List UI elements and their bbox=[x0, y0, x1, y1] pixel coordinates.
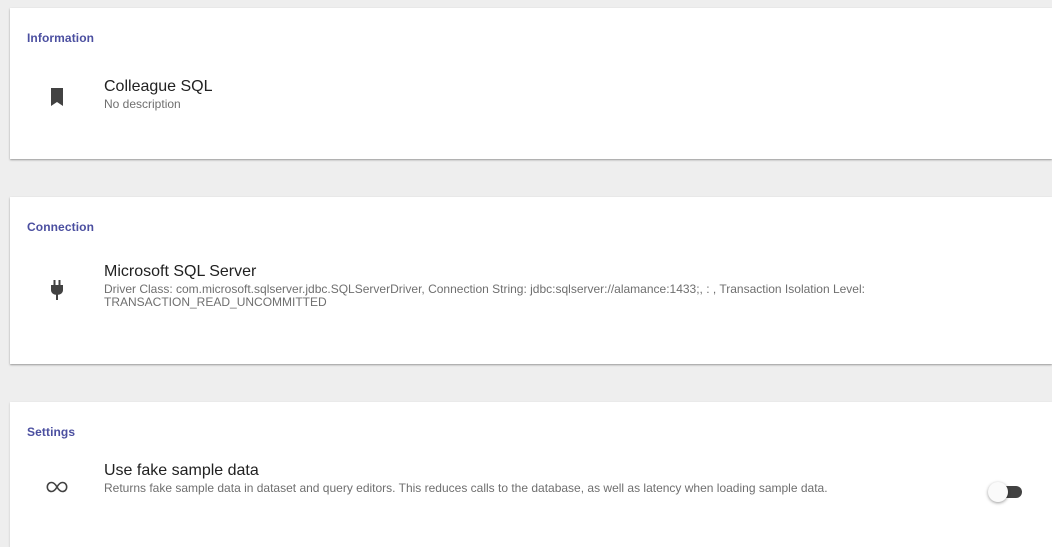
plug-icon bbox=[46, 279, 68, 301]
connection-details: Driver Class: com.microsoft.sqlserver.jd… bbox=[104, 282, 865, 309]
information-section-title: Information bbox=[27, 31, 95, 45]
driver-name: Microsoft SQL Server bbox=[104, 263, 257, 280]
information-card: Information Colleague SQL No description bbox=[10, 8, 1052, 159]
settings-section-title: Settings bbox=[27, 425, 76, 439]
bookmark-icon bbox=[46, 86, 68, 108]
fake-sample-data-description: Returns fake sample data in dataset and … bbox=[104, 481, 828, 495]
datasource-name: Colleague SQL bbox=[104, 78, 213, 95]
fake-sample-data-text: Use fake sample data Returns fake sample… bbox=[104, 462, 934, 495]
fake-sample-data-label: Use fake sample data bbox=[104, 462, 259, 479]
toggle-thumb bbox=[988, 482, 1008, 502]
infinity-icon bbox=[46, 476, 68, 498]
datasource-description: No description bbox=[104, 97, 181, 111]
connection-text: Microsoft SQL Server Driver Class: com.m… bbox=[104, 263, 1034, 309]
connection-card: Connection Microsoft SQL Server Driver C… bbox=[10, 197, 1052, 364]
connection-section-title: Connection bbox=[27, 220, 94, 234]
fake-sample-data-toggle[interactable] bbox=[988, 482, 1024, 502]
datasource-name-text: Colleague SQL No description bbox=[104, 78, 213, 111]
settings-card: Settings Use fake sample data Returns fa… bbox=[10, 402, 1052, 547]
